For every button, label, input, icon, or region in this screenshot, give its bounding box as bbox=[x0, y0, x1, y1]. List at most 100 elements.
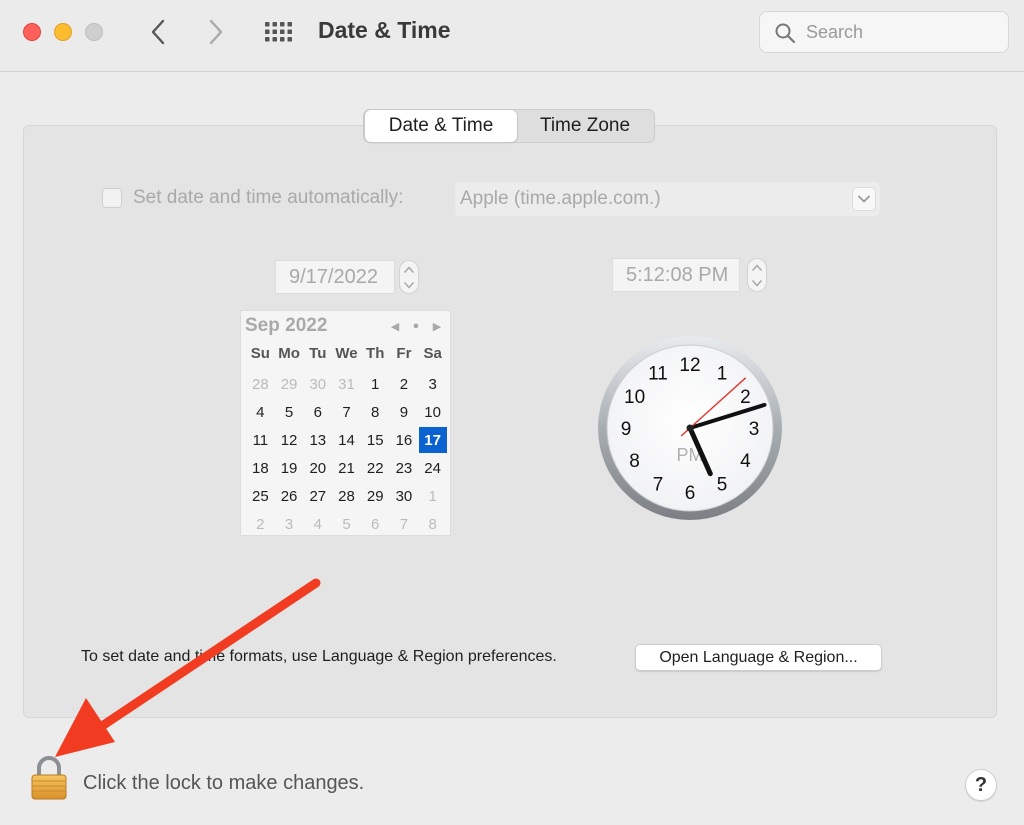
calendar-day[interactable]: 5 bbox=[332, 510, 361, 538]
calendar-day[interactable]: 23 bbox=[390, 454, 419, 482]
date-increment-button[interactable] bbox=[400, 261, 418, 277]
calendar-day[interactable]: 4 bbox=[303, 510, 332, 538]
clock-number: 3 bbox=[749, 419, 760, 440]
search-box[interactable] bbox=[759, 11, 1009, 53]
calendar-day[interactable]: 1 bbox=[361, 370, 390, 398]
calendar-day[interactable]: 8 bbox=[361, 398, 390, 426]
calendar-day[interactable]: 30 bbox=[303, 370, 332, 398]
calendar-day-label: 13 bbox=[309, 431, 327, 449]
calendar-day[interactable]: 1 bbox=[418, 482, 447, 510]
calendar-day[interactable]: 7 bbox=[390, 510, 419, 538]
back-button[interactable] bbox=[140, 14, 176, 50]
calendar-day[interactable]: 25 bbox=[246, 482, 275, 510]
time-increment-button[interactable] bbox=[748, 259, 766, 275]
tab-date-time[interactable]: Date & Time bbox=[365, 110, 517, 142]
previous-month-button[interactable]: ◀ bbox=[389, 319, 401, 333]
show-all-button[interactable] bbox=[262, 18, 296, 46]
calendar-day-label: 29 bbox=[280, 375, 298, 393]
calendar-day-label: 2 bbox=[399, 375, 409, 393]
calendar-day[interactable]: 6 bbox=[361, 510, 390, 538]
calendar-day[interactable]: 27 bbox=[303, 482, 332, 510]
date-field[interactable]: 9/17/2022 bbox=[275, 260, 395, 294]
title-bar: Date & Time bbox=[0, 0, 1024, 72]
time-decrement-button[interactable] bbox=[748, 275, 766, 291]
calendar-day[interactable]: 9 bbox=[390, 398, 419, 426]
calendar-day[interactable]: 20 bbox=[303, 454, 332, 482]
weekday-label: Fr bbox=[396, 345, 412, 362]
time-server-select[interactable]: Apple (time.apple.com.) bbox=[455, 182, 880, 216]
weekday-label: Th bbox=[366, 345, 385, 362]
calendar-day-label: 12 bbox=[280, 431, 298, 449]
calendar-day[interactable]: 4 bbox=[246, 398, 275, 426]
calendar-day[interactable]: 3 bbox=[418, 370, 447, 398]
clock-number: 9 bbox=[621, 419, 632, 440]
time-field[interactable]: 5:12:08 PM bbox=[612, 258, 740, 292]
calendar-day[interactable]: 7 bbox=[332, 398, 361, 426]
formats-hint-text: To set date and time formats, use Langua… bbox=[81, 648, 557, 665]
set-automatically-checkbox[interactable] bbox=[102, 188, 122, 208]
calendar-day[interactable]: 11 bbox=[246, 426, 275, 454]
calendar-day[interactable]: 28 bbox=[332, 482, 361, 510]
forward-button[interactable] bbox=[198, 14, 234, 50]
calendar-day[interactable]: 8 bbox=[418, 510, 447, 538]
search-icon bbox=[775, 23, 796, 44]
calendar-day[interactable]: 29 bbox=[275, 370, 304, 398]
time-server-dropdown-button[interactable] bbox=[852, 187, 876, 211]
zoom-window-button[interactable] bbox=[85, 23, 103, 41]
next-month-button[interactable]: ▶ bbox=[431, 319, 443, 333]
calendar-day-label: 8 bbox=[371, 403, 380, 421]
time-stepper[interactable] bbox=[747, 258, 767, 292]
tab-time-zone[interactable]: Time Zone bbox=[517, 110, 653, 142]
calendar-day[interactable]: 2 bbox=[390, 370, 419, 398]
calendar-day[interactable]: 5 bbox=[275, 398, 304, 426]
calendar-day-label: 19 bbox=[280, 459, 298, 477]
calendar-day-label: 27 bbox=[309, 487, 327, 505]
calendar-day-label: 10 bbox=[424, 403, 441, 421]
calendar-day[interactable]: 18 bbox=[246, 454, 275, 482]
calendar-day[interactable]: 16 bbox=[390, 426, 419, 454]
search-input[interactable] bbox=[806, 20, 996, 44]
calendar-day[interactable]: 2 bbox=[246, 510, 275, 538]
minimize-window-button[interactable] bbox=[54, 23, 72, 41]
calendar-day-label: 5 bbox=[284, 403, 294, 421]
today-button[interactable]: ● bbox=[410, 319, 422, 333]
weekday-label: Tu bbox=[309, 345, 327, 362]
calendar-day[interactable]: 6 bbox=[303, 398, 332, 426]
calendar-day[interactable]: 30 bbox=[390, 482, 419, 510]
set-automatically-label: Set date and time automatically: bbox=[133, 187, 404, 208]
lock-hint-text: Click the lock to make changes. bbox=[83, 772, 365, 794]
close-window-button[interactable] bbox=[23, 23, 41, 41]
calendar-day[interactable]: 22 bbox=[361, 454, 390, 482]
clock-number: 10 bbox=[624, 387, 645, 408]
calendar-day[interactable]: 13 bbox=[303, 426, 332, 454]
lock-icon[interactable] bbox=[30, 756, 68, 800]
calendar-day[interactable]: 21 bbox=[332, 454, 361, 482]
calendar-day[interactable]: 29 bbox=[361, 482, 390, 510]
calendar-day[interactable]: 26 bbox=[275, 482, 304, 510]
calendar-day-label: 30 bbox=[309, 375, 327, 393]
calendar-day[interactable]: 28 bbox=[246, 370, 275, 398]
help-button[interactable]: ? bbox=[965, 769, 997, 801]
date-stepper[interactable] bbox=[399, 260, 419, 294]
calendar-day[interactable]: 3 bbox=[275, 510, 304, 538]
calendar-day[interactable]: 19 bbox=[275, 454, 304, 482]
calendar-day[interactable]: 24 bbox=[418, 454, 447, 482]
calendar-day-label: 15 bbox=[366, 431, 384, 449]
calendar-day[interactable]: 31 bbox=[332, 370, 361, 398]
calendar-day-label: 31 bbox=[338, 375, 355, 393]
calendar-day[interactable]: 14 bbox=[332, 426, 361, 454]
weekday-label: We bbox=[335, 345, 358, 362]
date-decrement-button[interactable] bbox=[400, 277, 418, 293]
weekday-label: Sa bbox=[423, 345, 442, 362]
calendar-day[interactable]: 12 bbox=[275, 426, 304, 454]
calendar-day-label: 23 bbox=[395, 459, 413, 477]
calendar-day-label: 28 bbox=[338, 487, 355, 505]
calendar-day-label: 6 bbox=[371, 515, 380, 533]
calendar-day[interactable]: 10 bbox=[418, 398, 447, 426]
calendar-day-label: 18 bbox=[252, 459, 269, 477]
calendar-day-label: 11 bbox=[252, 431, 269, 449]
calendar-day[interactable]: 15 bbox=[361, 426, 390, 454]
calendar-day-selected[interactable]: 17 bbox=[418, 426, 447, 454]
open-language-region-button[interactable]: Open Language & Region... bbox=[635, 644, 882, 671]
time-server-value: Apple (time.apple.com.) bbox=[460, 188, 661, 209]
